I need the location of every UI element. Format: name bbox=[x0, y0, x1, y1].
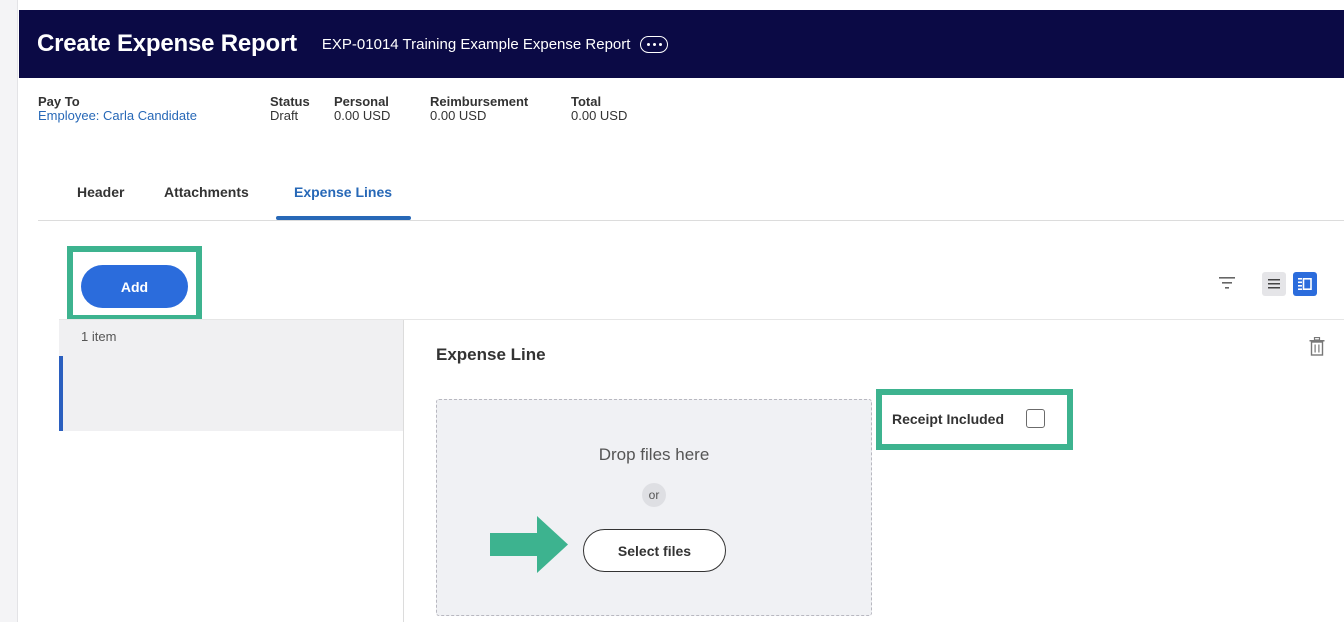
filter-icon[interactable] bbox=[1219, 277, 1235, 289]
personal-label: Personal bbox=[334, 94, 389, 109]
personal-value: 0.00 USD bbox=[334, 108, 391, 123]
total-field: Total 0.00 USD bbox=[571, 95, 627, 123]
reimbursement-field: Reimbursement 0.00 USD bbox=[430, 95, 571, 123]
total-value: 0.00 USD bbox=[571, 108, 628, 123]
page-title: Create Expense Report bbox=[37, 30, 297, 57]
tab-expense-lines[interactable]: Expense Lines bbox=[294, 184, 392, 200]
expense-line-title: Expense Line bbox=[436, 345, 546, 364]
tab-header[interactable]: Header bbox=[77, 184, 124, 200]
status-label: Status bbox=[270, 94, 310, 109]
report-subtitle: EXP-01014 Training Example Expense Repor… bbox=[321, 35, 631, 53]
tab-attachments[interactable]: Attachments bbox=[164, 184, 249, 200]
item-count: 1 item bbox=[59, 320, 404, 356]
receipt-included-checkbox[interactable] bbox=[1026, 409, 1045, 428]
reimbursement-value: 0.00 USD bbox=[430, 108, 487, 123]
or-separator: or bbox=[642, 483, 666, 507]
pay-to-field: Pay To Employee: Carla Candidate bbox=[38, 95, 270, 123]
ellipsis-icon bbox=[646, 42, 650, 46]
add-button[interactable]: Add bbox=[81, 265, 188, 308]
tab-bar: Header Attachments Expense Lines bbox=[38, 184, 1344, 221]
select-files-button[interactable]: Select files bbox=[583, 529, 726, 572]
report-summary: Pay To Employee: Carla Candidate Status … bbox=[38, 95, 627, 123]
detail-view-button[interactable] bbox=[1293, 272, 1317, 296]
personal-field: Personal 0.00 USD bbox=[334, 95, 430, 123]
list-view-button[interactable] bbox=[1262, 272, 1286, 296]
status-value: Draft bbox=[270, 108, 299, 123]
ellipsis-icon bbox=[652, 42, 656, 46]
pane-divider bbox=[403, 320, 404, 622]
status-field: Status Draft bbox=[270, 95, 334, 123]
left-gutter bbox=[0, 0, 18, 622]
pay-to-link[interactable]: Employee: Carla Candidate bbox=[38, 109, 270, 123]
ellipsis-icon bbox=[658, 42, 662, 46]
total-label: Total bbox=[571, 94, 602, 109]
page-header-bar: Create Expense Report EXP-01014 Training… bbox=[19, 10, 1344, 78]
detail-view-icon bbox=[1298, 278, 1312, 290]
arrow-right-icon bbox=[490, 516, 568, 573]
list-item[interactable] bbox=[59, 356, 403, 431]
reimbursement-label: Reimbursement bbox=[430, 94, 529, 109]
receipt-included-label: Receipt Included bbox=[892, 411, 1005, 427]
file-dropzone[interactable]: Drop files here or Select files bbox=[436, 399, 872, 616]
trash-icon[interactable] bbox=[1309, 337, 1325, 356]
related-actions-button[interactable] bbox=[640, 35, 669, 53]
list-view-icon bbox=[1268, 279, 1280, 289]
drop-files-text: Drop files here bbox=[598, 445, 710, 464]
active-tab-indicator bbox=[276, 216, 411, 220]
pay-to-label: Pay To bbox=[38, 94, 80, 109]
